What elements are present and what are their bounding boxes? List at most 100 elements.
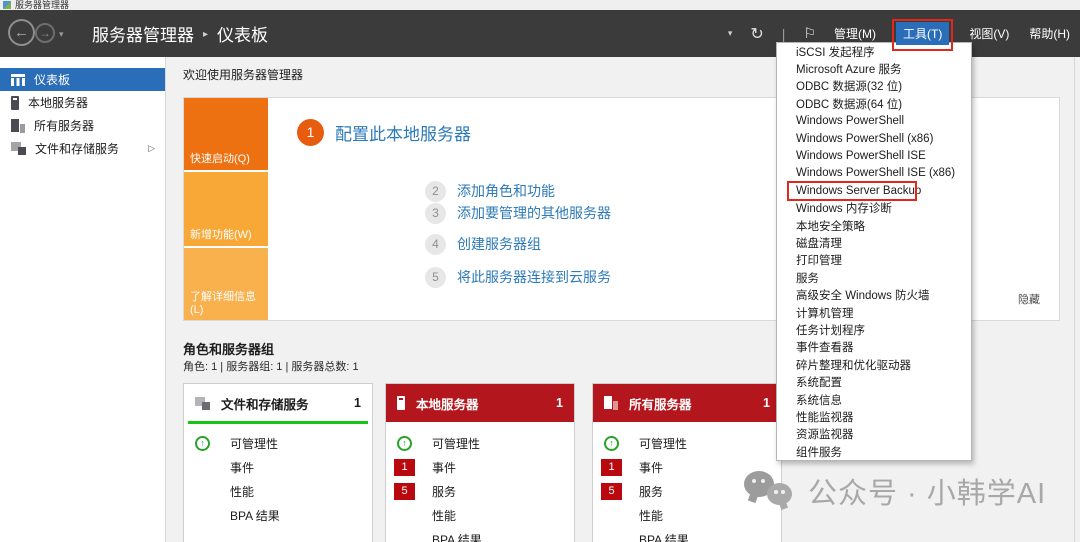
hide-link[interactable]: 隐藏 — [1018, 291, 1040, 307]
tile-row-label: BPA 结果 — [639, 531, 689, 542]
breadcrumb-root[interactable]: 服务器管理器 — [92, 21, 194, 46]
menubar-manage[interactable]: 管理(M) — [834, 25, 876, 42]
tile-row-label: 事件 — [639, 459, 663, 476]
tools-menu-item[interactable]: 本地安全策略 — [777, 217, 971, 234]
back-button[interactable]: ← — [8, 19, 35, 46]
local-server-icon — [11, 96, 19, 110]
watermark: 公众号 · 小韩学AI — [744, 468, 1046, 514]
tools-menu-item[interactable]: 服务 — [777, 269, 971, 286]
tile-row-label: 事件 — [432, 459, 456, 476]
file-storage-icon — [11, 142, 26, 155]
tile-row[interactable]: 1 事件 — [386, 455, 574, 479]
tile-row[interactable]: 可管理性 — [184, 431, 372, 455]
menubar-view[interactable]: 视图(V) — [969, 25, 1009, 42]
breadcrumb-separator-icon: ▸ — [203, 29, 208, 40]
step-link[interactable]: 将此服务器连接到云服务 — [457, 267, 611, 287]
refresh-icon[interactable]: ↻ — [750, 24, 763, 44]
tile-header-file-storage[interactable]: 文件和存储服务1 — [184, 384, 372, 422]
menubar-help[interactable]: 帮助(H) — [1029, 25, 1070, 42]
step-link[interactable]: 创建服务器组 — [457, 234, 541, 254]
tools-menu-item[interactable]: 系统配置 — [777, 373, 971, 390]
servers-dropdown-icon[interactable]: ▾ — [728, 28, 733, 39]
tile-row[interactable]: BPA 结果 — [593, 527, 781, 542]
tile-count: 1 — [556, 396, 563, 410]
forward-button[interactable]: → — [35, 23, 55, 43]
titlebar: ← → ▾ 服务器管理器 ▸ 仪表板 ▾ ↻ | ⚐ 管理(M)工具(T)视图(… — [0, 10, 1080, 57]
sidebar-item-all-servers[interactable]: 所有服务器 — [0, 114, 165, 137]
tools-dropdown-menu: iSCSI 发起程序Microsoft Azure 服务ODBC 数据源(32 … — [776, 42, 972, 461]
tools-menu-item[interactable]: 高级安全 Windows 防火墙 — [777, 286, 971, 303]
tools-menu-item[interactable]: 任务计划程序 — [777, 321, 971, 338]
tools-menu-item[interactable]: 系统信息 — [777, 391, 971, 408]
tile-title: 所有服务器 — [629, 394, 752, 413]
expander-icon[interactable]: ▷ — [148, 143, 155, 154]
tools-menu-item[interactable]: Windows PowerShell (x86) — [777, 130, 971, 147]
sidebar-item-local-server[interactable]: 本地服务器 — [0, 91, 165, 114]
tile-count: 1 — [763, 396, 770, 410]
count-badge: 1 — [601, 459, 622, 476]
step-number: 3 — [425, 203, 446, 224]
tile-title: 本地服务器 — [416, 394, 545, 413]
tile-row-label: BPA 结果 — [230, 507, 280, 524]
tile-local-server: 本地服务器 1 可管理性 1 事件 5服务性能BPA 结果 — [385, 383, 575, 542]
sidebar-item-dashboard[interactable]: 仪表板 — [0, 68, 165, 91]
tile-row-label: 可管理性 — [432, 435, 480, 452]
tile-rows: 可管理性 1 事件 5服务性能BPA 结果 — [386, 422, 574, 542]
tile-header-all-servers[interactable]: 所有服务器 1 — [593, 384, 781, 422]
tools-menu-item[interactable]: 组件服务 — [777, 443, 971, 460]
tile-row[interactable]: 可管理性 — [386, 431, 574, 455]
roles-groups-header: 角色和服务器组 — [183, 339, 274, 358]
tools-menu-item[interactable]: ODBC 数据源(64 位) — [777, 95, 971, 112]
sidebar-item-label: 所有服务器 — [34, 117, 94, 134]
wechat-icon — [744, 468, 796, 514]
window-title: 服务器管理器 — [15, 0, 69, 10]
tile-row[interactable]: 性能 — [184, 479, 372, 503]
tile-row-label: 可管理性 — [639, 435, 687, 452]
tools-menu-item[interactable]: 打印管理 — [777, 252, 971, 269]
tools-menu-item[interactable]: 计算机管理 — [777, 304, 971, 321]
tools-menu-item[interactable]: 资源监视器 — [777, 426, 971, 443]
tools-menu-item[interactable]: Windows PowerShell ISE — [777, 147, 971, 164]
count-badge: 5 — [394, 483, 415, 500]
step-link[interactable]: 添加角色和功能 — [457, 181, 555, 201]
tile-header-local-server[interactable]: 本地服务器 1 — [386, 384, 574, 422]
tile-row[interactable]: BPA 结果 — [386, 527, 574, 542]
manageability-up-icon — [604, 436, 619, 451]
tile-row-lead: 5 — [394, 483, 426, 500]
manageability-up-icon — [195, 436, 210, 451]
tools-menu-item[interactable]: 事件查看器 — [777, 339, 971, 356]
tile-row[interactable]: 事件 — [184, 455, 372, 479]
tile-rows: 可管理性事件性能 BPA 结果 — [184, 422, 372, 527]
step-number: 5 — [425, 267, 446, 288]
notifications-flag-icon[interactable]: ⚐ — [803, 25, 816, 42]
tools-menu-item[interactable]: Windows PowerShell — [777, 113, 971, 130]
tools-menu-item[interactable]: Windows Server Backup — [777, 182, 971, 199]
tools-menu-item[interactable]: Microsoft Azure 服务 — [777, 60, 971, 77]
tools-menu-item[interactable]: Windows 内存诊断 — [777, 200, 971, 217]
local-server-icon — [397, 396, 405, 410]
tile-row-lead — [601, 436, 633, 451]
sidebar-item-file-storage[interactable]: 文件和存储服务 ▷ — [0, 137, 165, 160]
step-link[interactable]: 添加要管理的其他服务器 — [457, 203, 611, 223]
tile-row[interactable]: 性能 — [386, 503, 574, 527]
menubar-tools[interactable]: 工具(T) — [896, 22, 949, 45]
step-link[interactable]: 配置此本地服务器 — [335, 120, 471, 145]
tile-row-label: 性能 — [230, 483, 254, 500]
tools-menu-item[interactable]: ODBC 数据源(32 位) — [777, 78, 971, 95]
sidebar-item-label: 文件和存储服务 — [35, 140, 119, 157]
tile-count: 1 — [354, 396, 361, 410]
window-title-strip: 服务器管理器 — [0, 0, 1080, 10]
count-badge: 1 — [394, 459, 415, 476]
tile-row[interactable]: BPA 结果 — [184, 503, 372, 527]
tools-menu-item[interactable]: Windows PowerShell ISE (x86) — [777, 165, 971, 182]
tools-menu-item[interactable]: 磁盘清理 — [777, 234, 971, 251]
tools-menu-item[interactable]: 碎片整理和优化驱动器 — [777, 356, 971, 373]
tile-row-lead: 1 — [601, 459, 633, 476]
tile-row[interactable]: 可管理性 — [593, 431, 781, 455]
tile-row[interactable]: 5服务 — [386, 479, 574, 503]
nav-dropdown-icon[interactable]: ▾ — [59, 29, 64, 40]
tools-menu-item[interactable]: 性能监视器 — [777, 408, 971, 425]
file-storage-icon — [195, 397, 210, 410]
tile-file-storage: 文件和存储服务1 可管理性事件性能 BPA 结果 — [183, 383, 373, 542]
server-manager-window: 服务器管理器 ← → ▾ 服务器管理器 ▸ 仪表板 ▾ ↻ | ⚐ 管理(M)工… — [0, 0, 1080, 542]
